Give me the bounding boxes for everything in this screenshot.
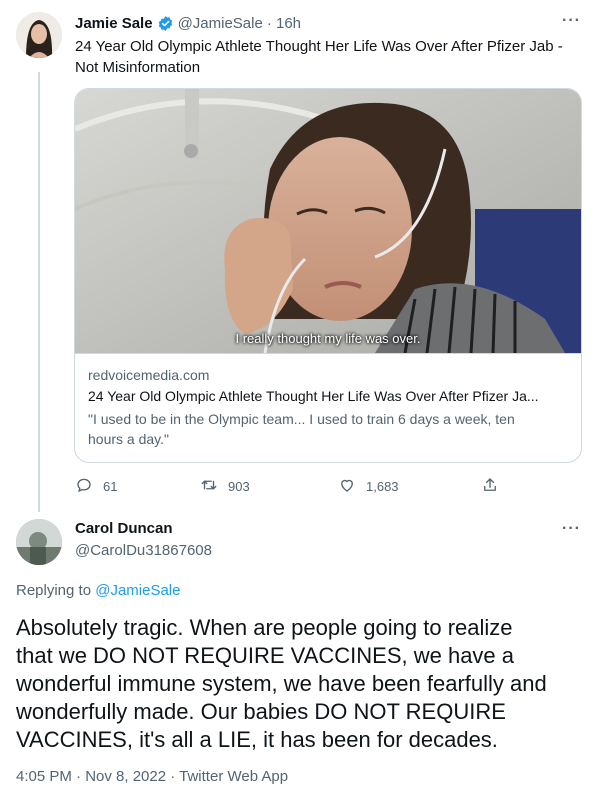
- verified-badge-icon: [157, 15, 174, 32]
- reply-button[interactable]: 61: [75, 476, 117, 496]
- card-image: I really thought my life was over.: [75, 89, 581, 353]
- tweet-text-line: wonderful immune system, we have been fe…: [16, 671, 547, 696]
- share-icon: [481, 476, 499, 497]
- reply-icon: [75, 476, 93, 497]
- tweet-time[interactable]: · 16h: [267, 15, 301, 32]
- card-domain: redvoicemedia.com: [88, 367, 210, 383]
- author-name[interactable]: Jamie Sale: [75, 15, 153, 32]
- author-handle[interactable]: @JamieSale: [178, 15, 263, 32]
- retweet-icon: [200, 476, 218, 497]
- card-description: hours a day.": [88, 431, 169, 447]
- card-description: "I used to be in the Olympic team... I u…: [88, 411, 515, 427]
- tweet-body: Absolutely tragic. When are people going…: [16, 614, 596, 754]
- tweet-text-line: that we DO NOT REQUIRE VACCINES, we have…: [16, 643, 515, 668]
- author-handle[interactable]: @CarolDu31867608: [75, 542, 212, 559]
- tweet-text-line: Absolutely tragic. When are people going…: [16, 615, 513, 640]
- more-icon[interactable]: ···: [562, 12, 581, 30]
- retweet-count: 903: [228, 478, 250, 494]
- tweet-text-line: wonderfully made. Our babies DO NOT REQU…: [16, 699, 506, 724]
- jamie-sale-avatar[interactable]: [16, 12, 62, 58]
- author-name[interactable]: Carol Duncan: [75, 520, 173, 537]
- thread-connector-line: [38, 72, 40, 512]
- tweet-timestamp[interactable]: 4:05 PM · Nov 8, 2022 · Twitter Web App: [16, 768, 288, 785]
- tweet-text-line: VACCINES, it's all a LIE, it has been fo…: [16, 727, 498, 752]
- more-icon[interactable]: ···: [562, 520, 581, 538]
- carol-duncan-avatar[interactable]: [16, 519, 62, 565]
- replying-to-handle[interactable]: @JamieSale: [95, 582, 180, 599]
- retweet-button[interactable]: 903: [200, 476, 250, 496]
- replying-to-label: Replying to: [16, 582, 92, 599]
- reply-count: 61: [103, 478, 118, 494]
- card-title: 24 Year Old Olympic Athlete Thought Her …: [88, 388, 539, 404]
- like-count: 1,683: [366, 478, 399, 494]
- tweet-text-line: Not Misinformation: [75, 59, 201, 76]
- like-button[interactable]: 1,683: [338, 476, 399, 496]
- replying-to: Replying to @JamieSale: [16, 582, 180, 599]
- share-button[interactable]: [481, 476, 499, 496]
- tweet-text-line: 24 Year Old Olympic Athlete Thought Her …: [75, 38, 563, 55]
- video-caption: I really thought my life was over.: [235, 331, 421, 346]
- link-preview-card[interactable]: I really thought my life was over. redvo…: [74, 88, 582, 463]
- like-icon: [338, 476, 356, 497]
